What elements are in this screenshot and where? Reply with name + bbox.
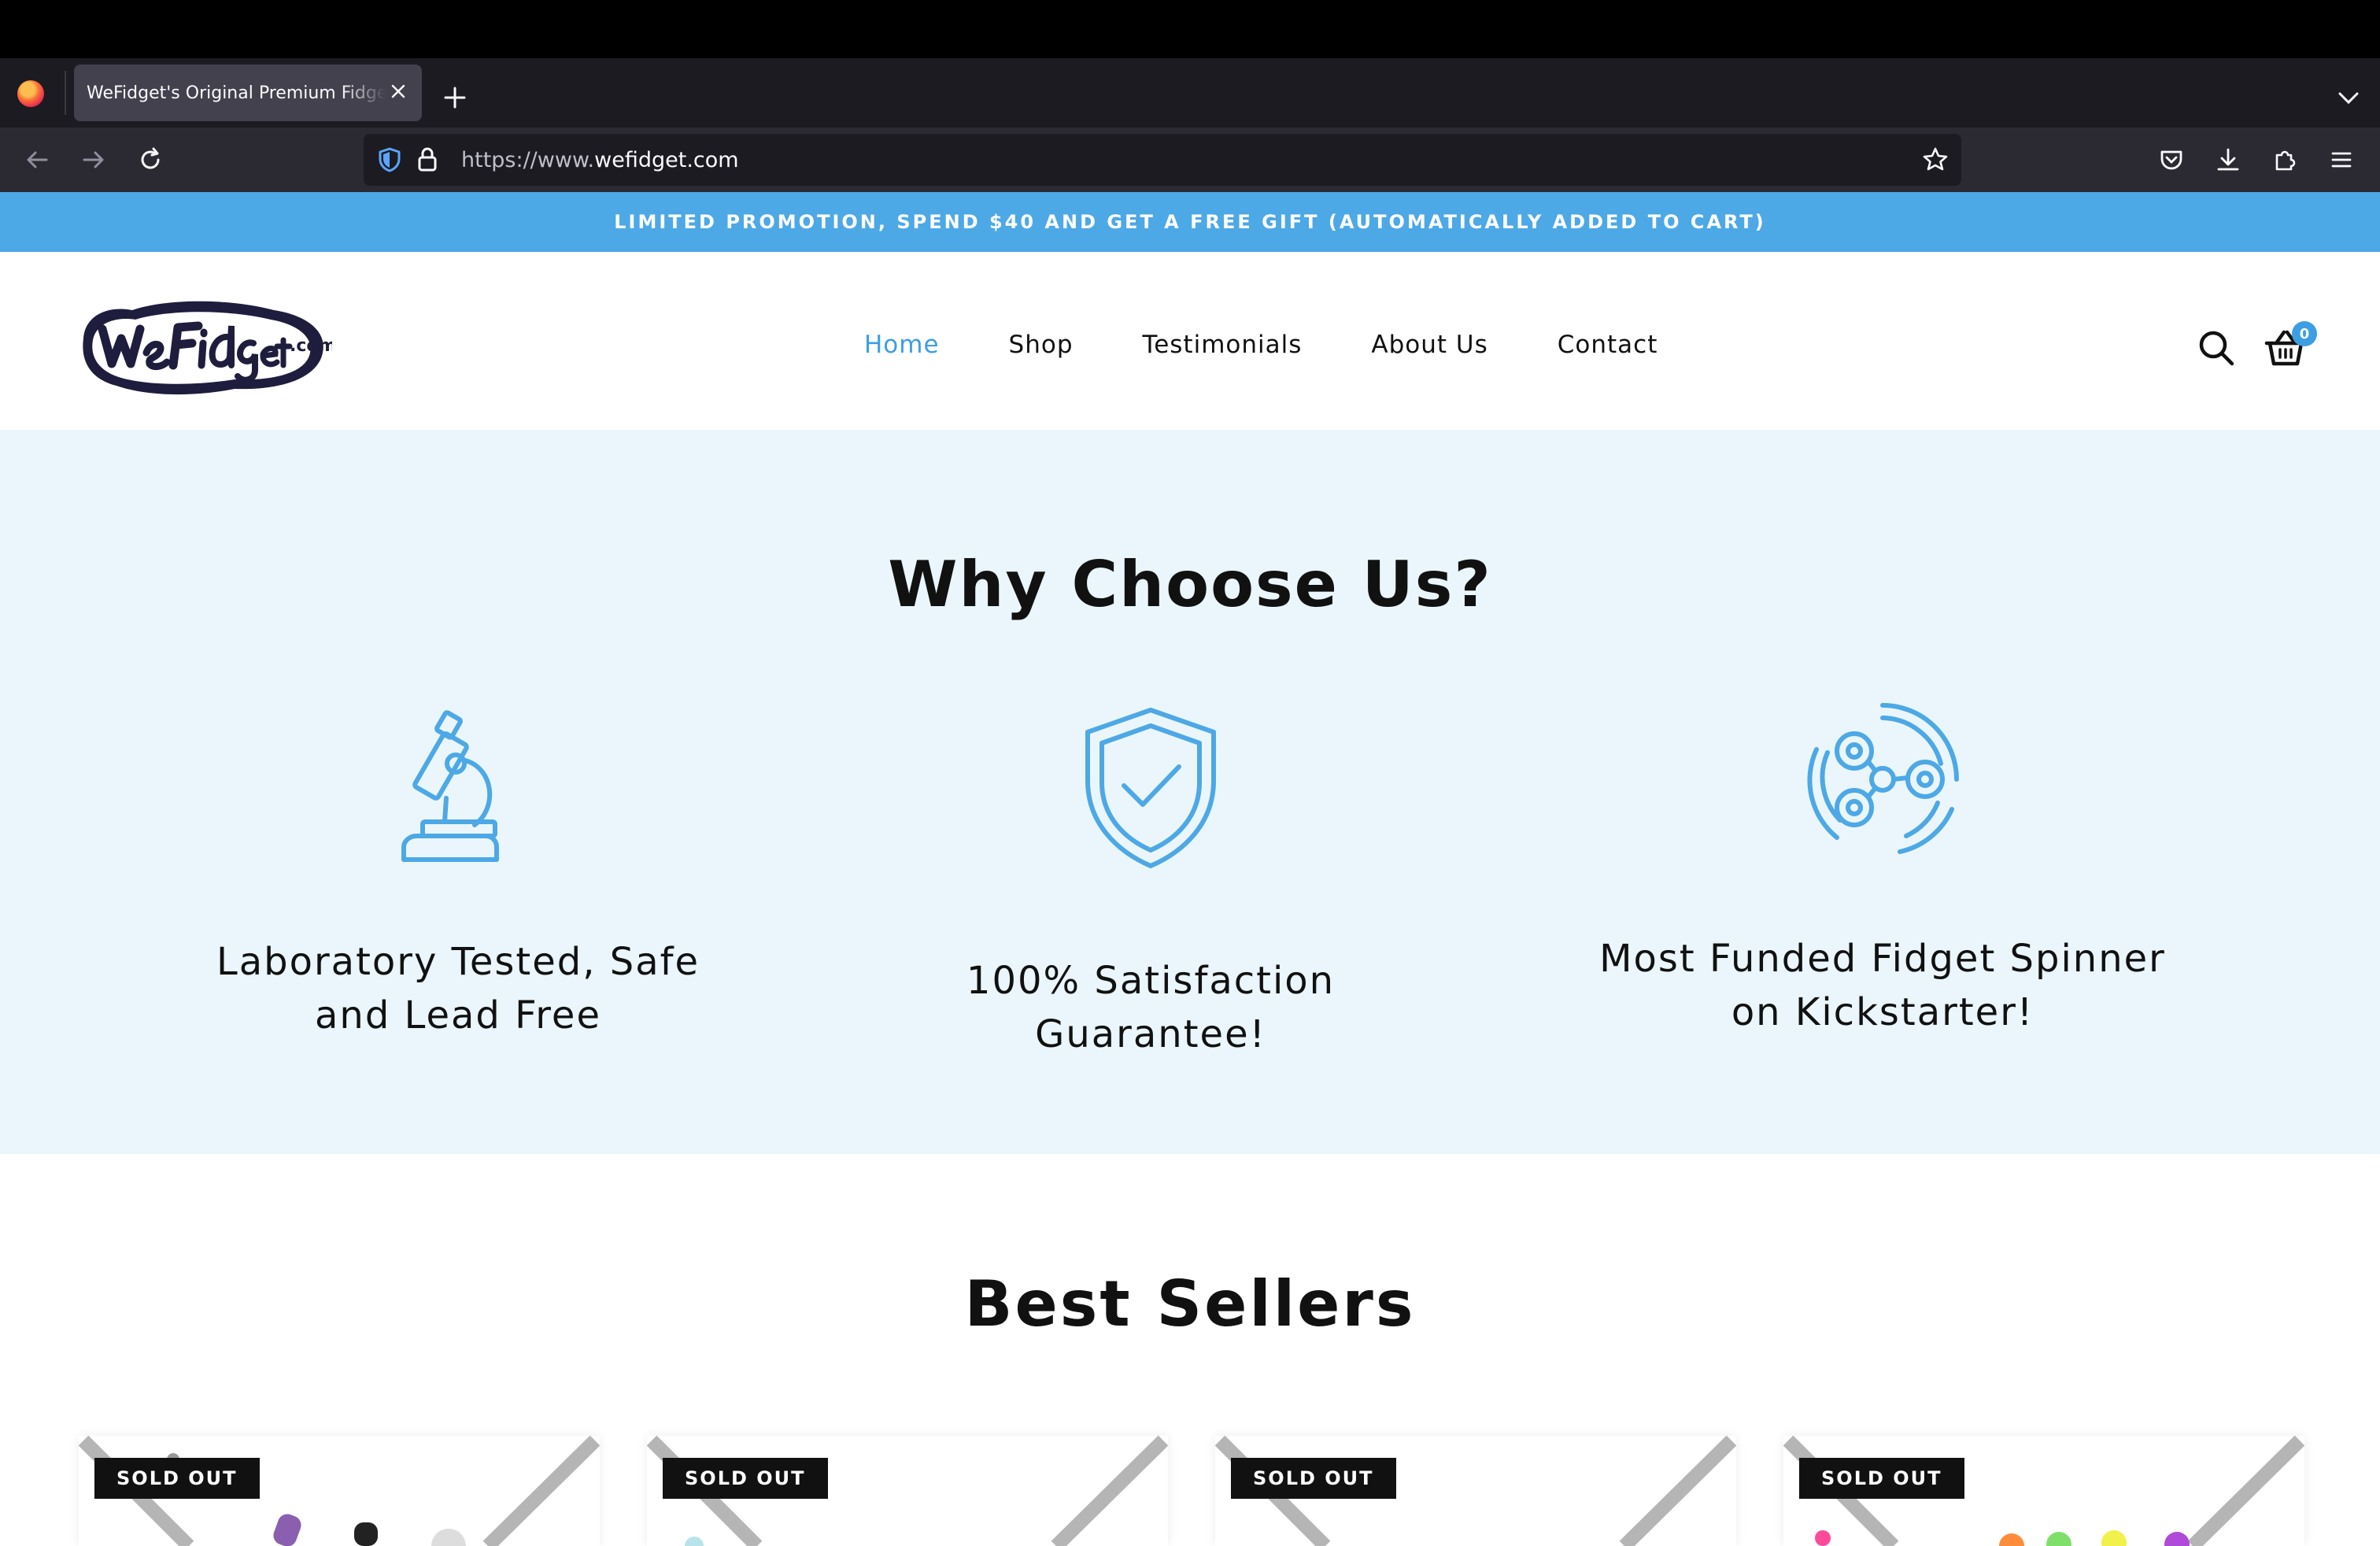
url-text[interactable]: https://www.wefidget.com [461, 148, 739, 172]
browser-tab-strip: WeFidget's Original Premium Fidget Spinn… [0, 58, 2380, 128]
product-card[interactable]: SOLD OUT [647, 1436, 1168, 1546]
product-card[interactable]: SOLD OUT [1783, 1436, 2304, 1546]
menu-testimonials[interactable]: Testimonials [1143, 331, 1303, 362]
product-card[interactable]: SOLD OUT [1215, 1436, 1736, 1546]
url-domain: wefidget.com [594, 148, 739, 172]
feature-line: Laboratory Tested, Safe [216, 940, 700, 984]
why-choose-us-section: Why Choose Us? Laboratory Tested, Safe a… [0, 430, 2380, 1154]
feature-text: Laboratory Tested, Safe and Lead Free [159, 935, 757, 1042]
fidget-spinner-icon [1807, 703, 1959, 854]
promo-text: LIMITED PROMOTION, SPEND $40 AND GET A F… [614, 211, 1766, 233]
extensions-puzzle-icon[interactable] [2267, 142, 2303, 178]
svg-text:.com: .com [290, 336, 332, 356]
menu-contact[interactable]: Contact [1558, 331, 1658, 362]
site-header: .com Home Shop Testimonials About Us Con… [0, 252, 2380, 430]
menu-about-us[interactable]: About Us [1371, 331, 1488, 362]
feature-line: Guarantee! [1035, 1012, 1266, 1056]
pocket-icon[interactable] [2153, 142, 2190, 178]
tab-separator [65, 71, 66, 115]
sold-out-badge: SOLD OUT [1799, 1458, 1964, 1499]
promo-banner[interactable]: LIMITED PROMOTION, SPEND $40 AND GET A F… [0, 192, 2380, 252]
os-menu-bar [0, 0, 2380, 58]
sold-out-badge: SOLD OUT [663, 1458, 828, 1499]
back-arrow-icon[interactable] [19, 142, 55, 178]
new-tab-icon[interactable] [439, 82, 471, 113]
menu-home[interactable]: Home [864, 331, 940, 362]
feature-text: Most Funded Fidget Spinner on Kickstarte… [1584, 932, 2182, 1039]
bookmark-star-icon[interactable] [1920, 145, 1950, 175]
sold-out-badge: SOLD OUT [1231, 1458, 1396, 1499]
microscope-icon [401, 710, 499, 862]
feature-line: and Lead Free [315, 993, 601, 1037]
menu-shop[interactable]: Shop [1009, 331, 1074, 362]
search-icon[interactable] [2196, 327, 2237, 368]
tracking-protection-shield-icon[interactable] [375, 145, 405, 175]
url-prefix: https://www. [461, 148, 595, 172]
reload-icon[interactable] [132, 142, 168, 178]
hamburger-menu-icon[interactable] [2323, 142, 2360, 178]
cart-count-badge[interactable]: 0 [2292, 321, 2317, 346]
wefidget-logo[interactable]: .com [77, 291, 332, 401]
firefox-logo-icon [17, 80, 44, 107]
feature-line: 100% Satisfaction [966, 959, 1336, 1003]
feature-satisfaction: 100% Satisfaction Guarantee! [852, 705, 1450, 1061]
main-menu: Home Shop Testimonials About Us Contact [864, 331, 1727, 362]
feature-line: Most Funded Fidget Spinner [1599, 937, 2166, 981]
best-sellers-title: Best Sellers [964, 1267, 1416, 1341]
feature-kickstarter: Most Funded Fidget Spinner on Kickstarte… [1584, 702, 2182, 1039]
why-title: Why Choose Us? [888, 548, 1492, 621]
feature-lab-tested: Laboratory Tested, Safe and Lead Free [159, 705, 757, 1042]
close-tab-icon[interactable] [387, 80, 409, 102]
address-bar[interactable]: https://www.wefidget.com [364, 134, 1961, 186]
browser-tab[interactable]: WeFidget's Original Premium Fidget Spinn… [74, 65, 422, 121]
forward-arrow-icon[interactable] [76, 142, 112, 178]
feature-text: 100% Satisfaction Guarantee! [852, 954, 1450, 1061]
shield-check-icon [1085, 708, 1216, 868]
chevron-down-icon[interactable] [2333, 82, 2364, 113]
browser-nav-bar: https://www.wefidget.com [0, 128, 2380, 192]
downloads-icon[interactable] [2210, 142, 2246, 178]
lock-icon[interactable] [412, 145, 442, 175]
product-card[interactable]: SOLD OUT [79, 1436, 600, 1546]
feature-line: on Kickstarter! [1731, 990, 2034, 1034]
sold-out-badge: SOLD OUT [94, 1458, 260, 1499]
tab-title: WeFidget's Original Premium Fidget Spinn… [87, 83, 386, 103]
